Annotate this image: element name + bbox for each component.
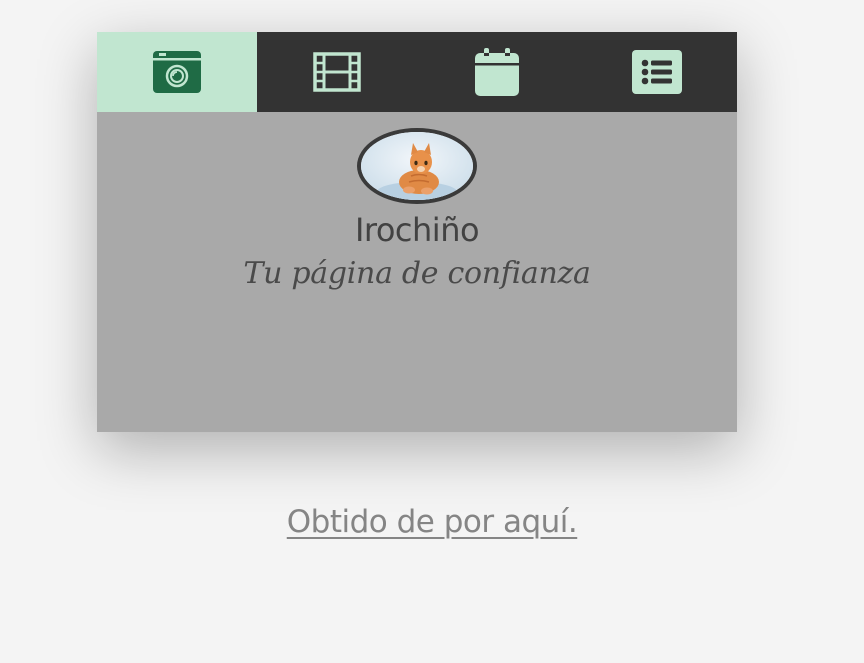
list-icon [632, 50, 682, 94]
profile-card: Irochiño Tu página de confianza [97, 32, 737, 432]
site-tagline: Tu página de confianza [243, 256, 591, 291]
source-link[interactable]: Obtido de por aquí. [287, 504, 578, 540]
cat-avatar [361, 132, 473, 200]
calendar-icon [475, 48, 519, 96]
tab-bar [97, 32, 737, 112]
tab-photos[interactable] [97, 32, 257, 112]
profile-section: Irochiño Tu página de confianza [97, 112, 737, 432]
avatar [357, 128, 477, 204]
tab-list[interactable] [577, 32, 737, 112]
camera-icon [153, 51, 201, 93]
site-name: Irochiño [354, 211, 480, 249]
source-link-container: Obtido de por aquí. [0, 500, 864, 544]
tab-calendar[interactable] [417, 32, 577, 112]
film-icon [313, 52, 361, 92]
tab-videos[interactable] [257, 32, 417, 112]
